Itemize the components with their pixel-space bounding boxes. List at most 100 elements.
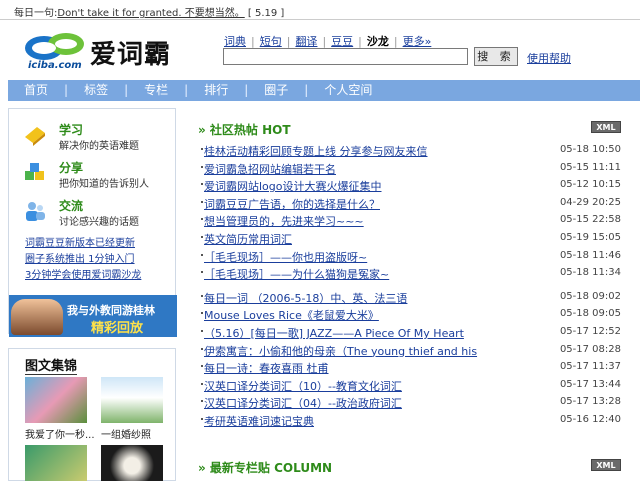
nav-circles[interactable]: 圈子 (248, 80, 288, 101)
dict-tab-translate[interactable]: 翻译 (295, 35, 317, 48)
main-nav: 首页 | 标签 | 专栏 | 排行 | 圈子 | 个人空间 (8, 80, 640, 101)
post-date: 05-12 10:15 (559, 179, 621, 191)
list-item: 爱词霸网站logo设计大赛火爆征集中 05-12 10:15 (196, 177, 621, 195)
post-date: 05-15 11:11 (559, 161, 621, 173)
post-date: 05-18 09:05 (559, 308, 621, 320)
nav-home[interactable]: 首页 (8, 80, 48, 101)
post-title-link[interactable]: 汉英口译分类词汇（10）--教育文化词汇 (204, 378, 402, 394)
search-button[interactable]: 搜 索 (474, 47, 518, 66)
nav-personal-space[interactable]: 个人空间 (308, 80, 372, 101)
feature-communicate-desc: 讨论感兴趣的话题 (59, 217, 139, 228)
help-link[interactable]: 使用帮助 (527, 50, 571, 66)
post-date: 05-17 12:52 (559, 325, 621, 337)
search-input[interactable] (223, 48, 468, 65)
list-item: 想当管理员的，先进来学习~~~ 05-15 22:58 (196, 212, 621, 230)
gallery-caption[interactable]: 我爱了你一秒... (25, 426, 95, 441)
sidebar-links: 词霸豆豆新版本已经更新 圈子系统推出 1分钟入门 3分钟学会使用爱词霸沙龙 (25, 236, 141, 284)
list-item: 每日一词 （2006-5-18）中、英、法三语 05-18 09:02 (196, 289, 621, 307)
list-item: 汉英口译分类词汇（04）--政治政府词汇 05-17 13:28 (196, 394, 621, 412)
post-title-link[interactable]: ［毛毛现场］——你也用盗版呀~ (204, 249, 367, 265)
banner-line1: 我与外教同游桂林 (67, 304, 155, 317)
gallery-caption[interactable]: 一组婚纱照 (101, 426, 163, 441)
feature-communicate-title: 交流 (59, 199, 84, 213)
feature-share-title: 分享 (59, 161, 84, 175)
hot-post-list: 桂林活动精彩回顾专题上线 分享参与网友来信 05-18 10:50 爱词霸急招网站… (196, 142, 621, 430)
nav-ranking[interactable]: 排行 (188, 80, 228, 101)
sidebar-link-update[interactable]: 词霸豆豆新版本已经更新 (25, 236, 141, 252)
nav-tags[interactable]: 标签 (68, 80, 108, 101)
post-title-link[interactable]: 爱词霸急招网站编辑若干名 (204, 161, 336, 177)
feature-share[interactable]: 分享 把你知道的告诉别人 (23, 159, 173, 195)
list-item: Mouse Loves Rice《老鼠爱大米》 05-18 09:05 (196, 306, 621, 324)
post-date: 05-18 11:46 (559, 249, 621, 261)
column-xml-feed-button[interactable]: XML (591, 459, 621, 471)
post-title-link[interactable]: （5.16）[每日一歌] JAZZ——A Piece Of My Heart (204, 325, 464, 341)
daily-sentence-link[interactable]: Don't take it for granted. 不要想当然。 (57, 8, 244, 19)
list-item: ［毛毛现场］——你也用盗版呀~ 05-18 11:46 (196, 248, 621, 266)
gallery-item[interactable]: 一组婚纱照 (101, 377, 163, 441)
brand-name: 爱词霸 (90, 40, 172, 70)
feature-learn[interactable]: 学习 解决你的英语难题 (23, 121, 173, 157)
daily-date: [ 5.19 ] (247, 8, 285, 19)
sidebar-link-tutorial[interactable]: 3分钟学会使用爱词霸沙龙 (25, 268, 141, 284)
post-date: 05-17 11:37 (559, 361, 621, 373)
sidebar: 学习 解决你的英语难题 分享 把你知道的告诉别人 交流 讨论感兴趣的话题 词霸豆… (8, 108, 177, 481)
photo-gallery: 图文集锦 我爱了你一秒... 一组婚纱照 (8, 348, 176, 481)
post-title-link[interactable]: 词霸豆豆广告语，你的选择是什么？ (204, 196, 380, 212)
gallery-item[interactable] (101, 445, 163, 481)
post-date: 05-18 09:02 (559, 290, 621, 302)
post-date: 05-16 12:40 (559, 413, 621, 425)
feature-learn-desc: 解决你的英语难题 (59, 141, 139, 152)
post-title-link[interactable]: 每日一诗：春夜喜雨 杜甫 (204, 360, 329, 376)
list-item: 每日一诗：春夜喜雨 杜甫 05-17 11:37 (196, 359, 621, 377)
list-item: （5.16）[每日一歌] JAZZ——A Piece Of My Heart 05… (196, 324, 621, 342)
post-title-link[interactable]: 爱词霸网站logo设计大赛火爆征集中 (204, 178, 382, 194)
dict-tab-salon[interactable]: 沙龙 (367, 35, 389, 48)
gallery-item[interactable] (25, 445, 87, 481)
feature-communicate[interactable]: 交流 讨论感兴趣的话题 (23, 197, 173, 233)
post-date: 05-15 22:58 (559, 214, 621, 226)
list-item: 桂林活动精彩回顾专题上线 分享参与网友来信 05-18 10:50 (196, 142, 621, 160)
hot-section-header: » 社区热帖 HOT XML (196, 118, 621, 138)
post-date: 05-17 13:44 (559, 378, 621, 390)
daily-prefix: 每日一句: (14, 8, 58, 19)
gallery-image[interactable] (101, 377, 163, 423)
daily-sentence-bar: 每日一句:Don't take it for granted. 不要想当然。 [… (0, 0, 640, 20)
gallery-image[interactable] (25, 377, 87, 423)
gallery-image[interactable] (25, 445, 87, 481)
hot-xml-feed-button[interactable]: XML (591, 121, 621, 133)
hot-section-title[interactable]: » 社区热帖 HOT (198, 121, 291, 138)
post-title-link[interactable]: 英文简历常用词汇 (204, 231, 292, 247)
dict-tab-doudou[interactable]: 豆豆 (331, 35, 353, 48)
book-icon (25, 127, 45, 146)
post-title-link[interactable]: 想当管理员的，先进来学习~~~ (204, 213, 364, 229)
column-section-title[interactable]: » 最新专栏贴 COLUMN (198, 459, 332, 476)
post-title-link[interactable]: 伊索寓言：小偷和他的母亲（The young thief and his (204, 343, 477, 359)
dict-tab-dictionary[interactable]: 词典 (224, 35, 246, 48)
banner-photo (11, 299, 63, 335)
post-title-link[interactable]: ［毛毛现场］——为什么猫狗是冤家~ (204, 266, 389, 282)
nav-columns[interactable]: 专栏 (128, 80, 168, 101)
post-title-link[interactable]: 汉英口译分类词汇（04）--政治政府词汇 (204, 395, 402, 411)
dictionary-nav: 词典 | 短句 | 翻译 | 豆豆 | 沙龙 | 更多» (224, 35, 432, 48)
cubes-icon (25, 163, 44, 180)
dict-tab-more[interactable]: 更多» (403, 35, 432, 48)
post-title-link[interactable]: 桂林活动精彩回顾专题上线 分享参与网友来信 (204, 143, 428, 159)
brand-domain: iciba.com (28, 60, 82, 71)
dict-tab-phrases[interactable]: 短句 (260, 35, 282, 48)
gallery-title: 图文集锦 (25, 355, 78, 375)
gallery-item[interactable]: 我爱了你一秒... (25, 377, 95, 441)
sidebar-link-circles[interactable]: 圈子系统推出 1分钟入门 (25, 252, 141, 268)
site-logo[interactable]: 爱词霸 iciba.com (24, 26, 184, 74)
post-date: 05-18 11:34 (559, 267, 621, 279)
list-item: ［毛毛现场］——为什么猫狗是冤家~ 05-18 11:34 (196, 265, 621, 283)
post-date: 05-17 13:28 (559, 396, 621, 408)
post-date: 04-29 20:25 (559, 196, 621, 208)
guilin-event-banner[interactable]: 我与外教同游桂林 精彩回放 (9, 295, 177, 337)
list-item: 爱词霸急招网站编辑若干名 05-15 11:11 (196, 160, 621, 178)
gallery-image[interactable] (101, 445, 163, 481)
post-title-link[interactable]: 考研英语难词速记宝典 (204, 413, 314, 429)
list-item: 词霸豆豆广告语，你的选择是什么？ 04-29 20:25 (196, 195, 621, 213)
post-title-link[interactable]: 每日一词 （2006-5-18）中、英、法三语 (204, 290, 407, 306)
post-title-link[interactable]: Mouse Loves Rice《老鼠爱大米》 (204, 307, 379, 323)
